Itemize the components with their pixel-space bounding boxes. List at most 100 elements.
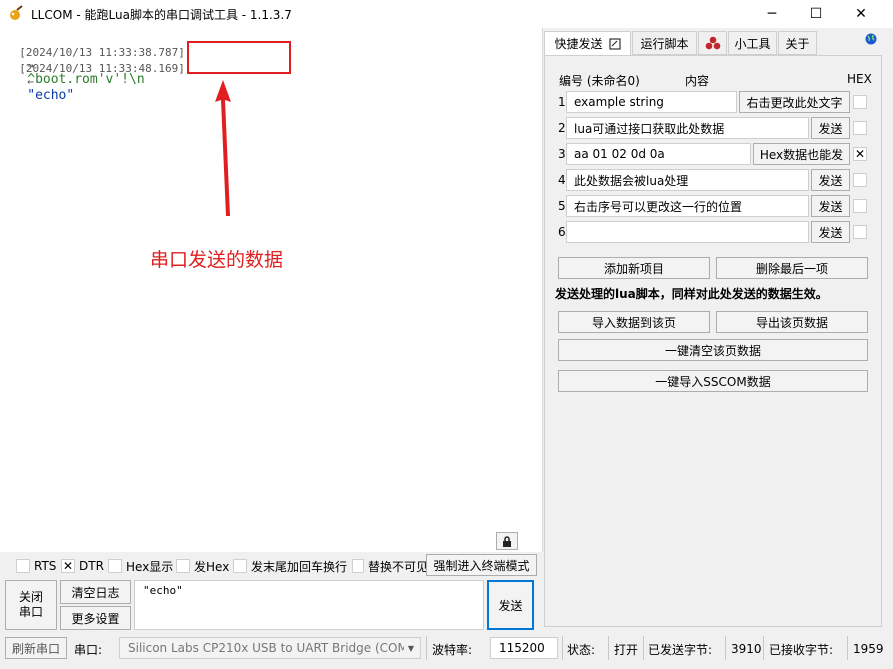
log-direction-icon: ← [27,75,34,88]
row-send-button[interactable]: 右击更改此处文字 [739,91,850,113]
tab-about-label: 关于 [785,36,810,51]
minimize-button[interactable]: ─ [749,0,795,28]
status-separator [426,636,427,660]
row-text-input[interactable]: lua可通过接口获取此处数据 [566,117,809,139]
delete-last-button[interactable]: 删除最后一项 [716,257,868,279]
row-text-input[interactable] [566,221,809,243]
row-hex-checkbox[interactable] [853,173,867,187]
maximize-icon: ☐ [809,6,823,22]
checkbox-box[interactable] [176,559,190,573]
port-select-value: Silicon Labs CP210x USB to UART Bridge (… [128,641,404,655]
force-terminal-button[interactable]: 强制进入终端模式 [426,554,537,576]
row-hex-checkbox[interactable] [853,95,867,109]
tab-run-script[interactable]: 运行脚本 [632,31,697,55]
tab-quick-send[interactable]: 快捷发送 [544,31,631,56]
row-number[interactable]: 5 [558,199,566,213]
row-send-button[interactable]: 发送 [811,169,850,191]
state-value: 打开 [614,642,639,657]
status-separator [643,636,644,660]
send-button[interactable]: 发送 [487,580,534,630]
row-send-button[interactable]: 发送 [811,117,850,139]
checkbox-box[interactable] [108,559,122,573]
cubes-icon [705,36,720,50]
row-number[interactable]: 1 [558,95,566,109]
rts-checkbox[interactable]: RTS [16,558,56,574]
recv-bytes-label: 已接收字节: [769,642,834,657]
send-input[interactable]: "echo" [134,580,484,630]
status-separator [562,636,563,660]
tab-lua-libs[interactable] [698,31,727,55]
row-number[interactable]: 2 [558,121,566,135]
sent-bytes-value: 3910 [731,642,762,656]
row-number[interactable]: 6 [558,225,566,239]
send-hex-label: 发Hex [194,559,230,574]
checkbox-box[interactable] [352,559,364,573]
row-send-button[interactable]: 发送 [811,221,850,243]
add-item-button[interactable]: 添加新项目 [558,257,710,279]
status-separator [608,636,609,660]
hex-show-label: Hex显示 [126,559,174,574]
export-page-button[interactable]: 导出该页数据 [716,311,868,333]
status-separator [725,636,726,660]
refresh-port-button[interactable]: 刷新串口 [5,637,67,659]
row-text-input[interactable]: 此处数据会被lua处理 [566,169,809,191]
window-title: LLCOM - 能跑Lua脚本的串口调试工具 - 1.1.3.7 [31,8,292,22]
minimize-icon: ─ [767,6,777,22]
more-settings-button[interactable]: 更多设置 [60,606,131,630]
header-number: 编号 (未命名0) [559,74,640,88]
row-hex-checkbox[interactable] [853,199,867,213]
lock-scroll-button[interactable] [496,532,518,550]
row-hex-checkbox[interactable] [853,225,867,239]
close-port-button[interactable]: 关闭 串口 [5,580,57,630]
chevron-down-icon: ▼ [407,643,414,653]
dtr-checkbox[interactable]: ✕ DTR [61,558,104,574]
port-select[interactable]: Silicon Labs CP210x USB to UART Bridge (… [119,637,421,659]
check-icon[interactable]: ✕ [853,147,867,161]
checkbox-box[interactable] [233,559,247,573]
append-crlf-checkbox[interactable]: 发末尾加回车换行 [233,558,347,574]
import-sscom-button[interactable]: 一键导入SSCOM数据 [558,370,868,392]
row-text-input[interactable]: 右击序号可以更改这一行的位置 [566,195,809,217]
log-area[interactable] [0,28,543,552]
tab-quick-send-label: 快捷发送 [554,37,603,51]
row-send-button[interactable]: Hex数据也能发 [753,143,850,165]
replace-invisible-checkbox[interactable]: 替换不可见 [352,558,428,574]
log-data: "echo" [27,88,75,103]
send-hex-checkbox[interactable]: 发Hex [176,558,229,574]
row-number[interactable]: 3 [558,147,566,161]
replace-invisible-label: 替换不可见 [367,559,428,574]
globe-icon[interactable] [865,33,877,45]
hex-show-checkbox[interactable]: Hex显示 [108,558,173,574]
header-hex: HEX [847,72,872,86]
rts-label: RTS [34,559,57,573]
app-icon [8,5,24,21]
tab-run-script-label: 运行脚本 [640,36,689,51]
row-send-button[interactable]: 发送 [811,195,850,217]
log-line: [2024/10/13 11:33:48.169] ← "echo" [6,49,185,103]
row-hex-checkbox[interactable] [853,121,867,135]
row-text-input[interactable]: aa 01 02 0d 0a [566,143,751,165]
row-text-input[interactable]: example string [566,91,737,113]
maximize-button[interactable]: ☐ [793,0,839,28]
status-separator [847,636,848,660]
annotation-arrow-icon [215,80,231,216]
append-crlf-label: 发末尾加回车换行 [251,559,348,574]
note-icon [608,37,621,50]
state-label: 状态: [567,642,596,657]
dtr-label: DTR [79,559,104,573]
tab-tools-label: 小工具 [734,36,771,51]
clear-log-button[interactable]: 清空日志 [60,580,131,604]
checkbox-box[interactable] [16,559,30,573]
close-button[interactable]: ✕ [838,0,884,28]
lua-note-text: 发送处理的lua脚本，同样对此处发送的数据生效。 [555,287,828,301]
check-icon[interactable]: ✕ [61,559,75,573]
row-number[interactable]: 4 [558,173,566,187]
baud-input[interactable]: 115200 [490,637,558,659]
import-page-button[interactable]: 导入数据到该页 [558,311,710,333]
tab-tools[interactable]: 小工具 [728,31,777,55]
clear-page-button[interactable]: 一键清空该页数据 [558,339,868,361]
lock-icon [503,535,511,547]
tab-about[interactable]: 关于 [778,31,817,55]
highlight-box [187,41,291,74]
port-label: 串口: [74,642,103,657]
